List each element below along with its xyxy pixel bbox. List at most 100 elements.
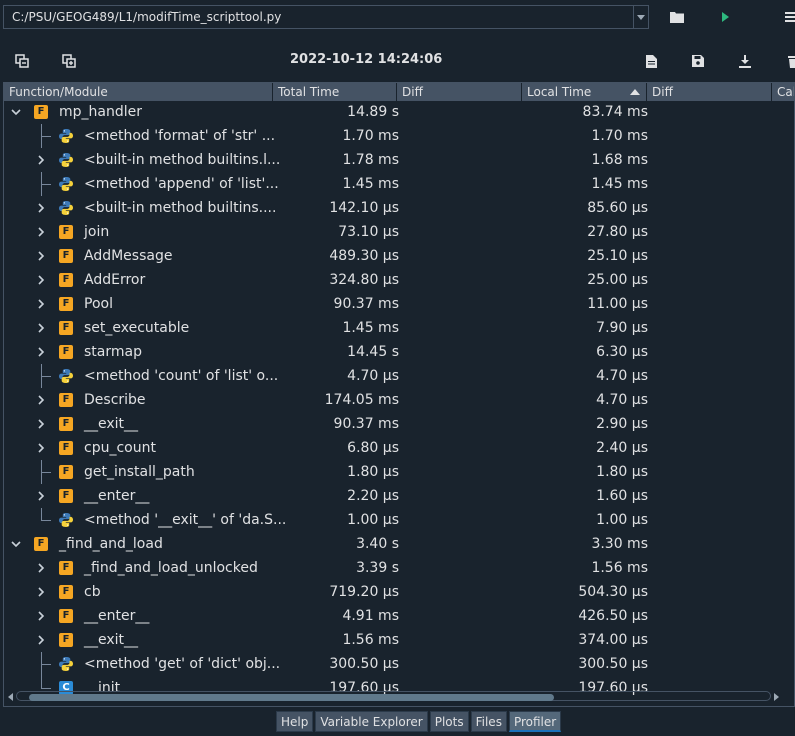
total-time-value: 174.05 ms (324, 392, 399, 408)
total-time-value: 324.80 µs (329, 272, 399, 288)
local-time-value: 4.70 µs (596, 368, 648, 384)
horizontal-scrollbar[interactable] (8, 691, 779, 702)
header-total-time[interactable]: Total Time (273, 83, 397, 101)
scroll-left-icon[interactable] (8, 693, 13, 701)
tree-row[interactable]: <method 'count' of 'list' o... 4.70 µs 4.7… (4, 364, 794, 388)
tree-row[interactable]: Fset_executable 1.45 ms 7.90 µs (4, 316, 794, 340)
local-time-value: 504.30 µs (578, 584, 648, 600)
tree-branch-line (41, 688, 51, 689)
local-time-value: 3.30 ms (591, 536, 648, 552)
tree-row[interactable]: <method 'format' of 'str' ... 1.70 ms 1.70… (4, 124, 794, 148)
tree-row[interactable]: <built-in method builtins.l... 1.78 ms 1.6… (4, 148, 794, 172)
tree-row[interactable]: F Pool 90.37 ms 11.00 µs (4, 292, 794, 316)
scroll-right-icon[interactable] (774, 693, 779, 701)
scrollbar-track[interactable] (16, 691, 771, 701)
file-path-combobox[interactable]: C:/PSU/GEOG489/L1/modifTime_scripttool.p… (3, 5, 649, 29)
total-time-value: 1.80 µs (347, 464, 399, 480)
tree-row[interactable]: <method 'append' of 'list'... 1.45 ms 1.45… (4, 172, 794, 196)
expand-all-icon[interactable] (60, 52, 78, 70)
header-calls[interactable]: Cal (772, 83, 794, 101)
run-icon[interactable] (716, 8, 734, 26)
function-name: get_install_path (84, 464, 195, 480)
function-icon: F (59, 345, 73, 359)
function-icon: F (59, 441, 73, 455)
function-icon: F (59, 561, 73, 575)
local-time-value: 83.74 ms (582, 104, 648, 120)
local-time-value: 1.80 µs (596, 464, 648, 480)
tab-variable-explorer[interactable]: Variable Explorer (315, 711, 428, 732)
chevron-down-icon[interactable] (10, 106, 22, 118)
function-icon: F (59, 393, 73, 407)
function-name: Describe (84, 392, 146, 408)
total-time-value: 3.39 s (356, 560, 399, 576)
tree-row[interactable]: <method 'get' of 'dict' obj... 300.50 µs 3… (4, 652, 794, 676)
chevron-down-icon[interactable] (10, 538, 22, 550)
save-icon[interactable] (689, 52, 707, 70)
tree-header: Function/Module Total Time Diff Local Ti… (4, 83, 794, 101)
tree-row[interactable]: F _find_and_load 3.40 s 3.30 ms (4, 532, 794, 556)
local-time-value: 4.70 µs (596, 392, 648, 408)
menu-icon[interactable] (782, 8, 795, 26)
tree-row[interactable]: F AddError 324.80 µs 25.00 µs (4, 268, 794, 292)
tab-help[interactable]: Help (276, 711, 314, 732)
profiler-tree[interactable]: Function/Module Total Time Diff Local Ti… (3, 82, 795, 707)
local-time-value: 426.50 µs (578, 608, 648, 624)
function-icon: F (59, 321, 73, 335)
total-time-value: 1.45 ms (342, 176, 399, 192)
total-time-value: 719.20 µs (329, 584, 399, 600)
function-icon: F (34, 105, 48, 119)
tree-row[interactable]: Fget_install_path 1.80 µs 1.80 µs (4, 460, 794, 484)
function-name: join (84, 224, 110, 240)
local-time-value: 2.90 µs (596, 416, 648, 432)
tab-profiler[interactable]: Profiler (508, 711, 562, 732)
local-time-value: 11.00 µs (587, 296, 648, 312)
python-icon (58, 512, 74, 528)
tree-row[interactable]: F __exit__ 1.56 ms 374.00 µs (4, 628, 794, 652)
tree-row[interactable]: Fcb 719.20 µs 504.30 µs (4, 580, 794, 604)
tree-row[interactable]: Fcpu_count 6.80 µs 2.40 µs (4, 436, 794, 460)
total-time-value: 2.20 µs (347, 488, 399, 504)
tree-row[interactable]: <built-in method builtins.... 142.10 µs 85… (4, 196, 794, 220)
collapse-all-icon[interactable] (13, 52, 31, 70)
open-folder-icon[interactable] (668, 8, 686, 26)
local-time-value: 6.30 µs (596, 344, 648, 360)
function-icon: F (59, 225, 73, 239)
header-local-time-cell[interactable]: Local Time (522, 83, 647, 101)
local-time-value: 1.68 ms (591, 152, 648, 168)
tree-row[interactable]: F _find_and_load_unlocked 3.39 s 1.56 ms (4, 556, 794, 580)
total-time-value: 1.70 ms (342, 128, 399, 144)
python-icon (58, 152, 74, 168)
tab-plots[interactable]: Plots (429, 711, 469, 732)
total-time-value: 14.45 s (347, 344, 399, 360)
local-time-value: 300.50 µs (578, 656, 648, 672)
function-icon: F (59, 249, 73, 263)
tree-row[interactable]: Fjoin 73.10 µs 27.80 µs (4, 220, 794, 244)
tree-row[interactable]: Fstarmap 14.45 s 6.30 µs (4, 340, 794, 364)
scrollbar-thumb[interactable] (29, 694, 554, 701)
function-name: <method 'format' of 'str' ... (84, 128, 276, 144)
clear-icon[interactable] (784, 52, 795, 70)
document-icon[interactable] (642, 52, 660, 70)
function-icon: F (59, 417, 73, 431)
tree-row[interactable]: F __exit__ 90.37 ms 2.90 µs (4, 412, 794, 436)
total-time-value: 1.00 µs (347, 512, 399, 528)
tree-row[interactable]: <method '__exit__' of 'da.S... 1.00 µs 1.0… (4, 508, 794, 532)
chevron-down-icon[interactable] (633, 6, 648, 28)
function-icon: F (59, 273, 73, 287)
local-time-value: 374.00 µs (578, 632, 648, 648)
tab-files[interactable]: Files (470, 711, 507, 732)
tree-row[interactable]: F __enter__ 4.91 ms 426.50 µs (4, 604, 794, 628)
function-name: AddMessage (84, 248, 173, 264)
local-time-value: 2.40 µs (596, 440, 648, 456)
download-icon[interactable] (736, 52, 754, 70)
tree-row[interactable]: F Describe 174.05 ms 4.70 µs (4, 388, 794, 412)
total-time-value: 300.50 µs (329, 656, 399, 672)
tree-row[interactable]: F __enter__ 2.20 µs 1.60 µs (4, 484, 794, 508)
header-diff-total[interactable]: Diff (397, 83, 522, 101)
tree-branch-line (41, 664, 51, 665)
header-diff-local[interactable]: Diff (647, 83, 772, 101)
tree-row[interactable]: F AddMessage 489.30 µs 25.10 µs (4, 244, 794, 268)
tree-row[interactable]: Fmp_handler 14.89 s 83.74 ms (4, 100, 794, 124)
header-function-module[interactable]: Function/Module (4, 83, 273, 101)
function-name: AddError (84, 272, 146, 288)
